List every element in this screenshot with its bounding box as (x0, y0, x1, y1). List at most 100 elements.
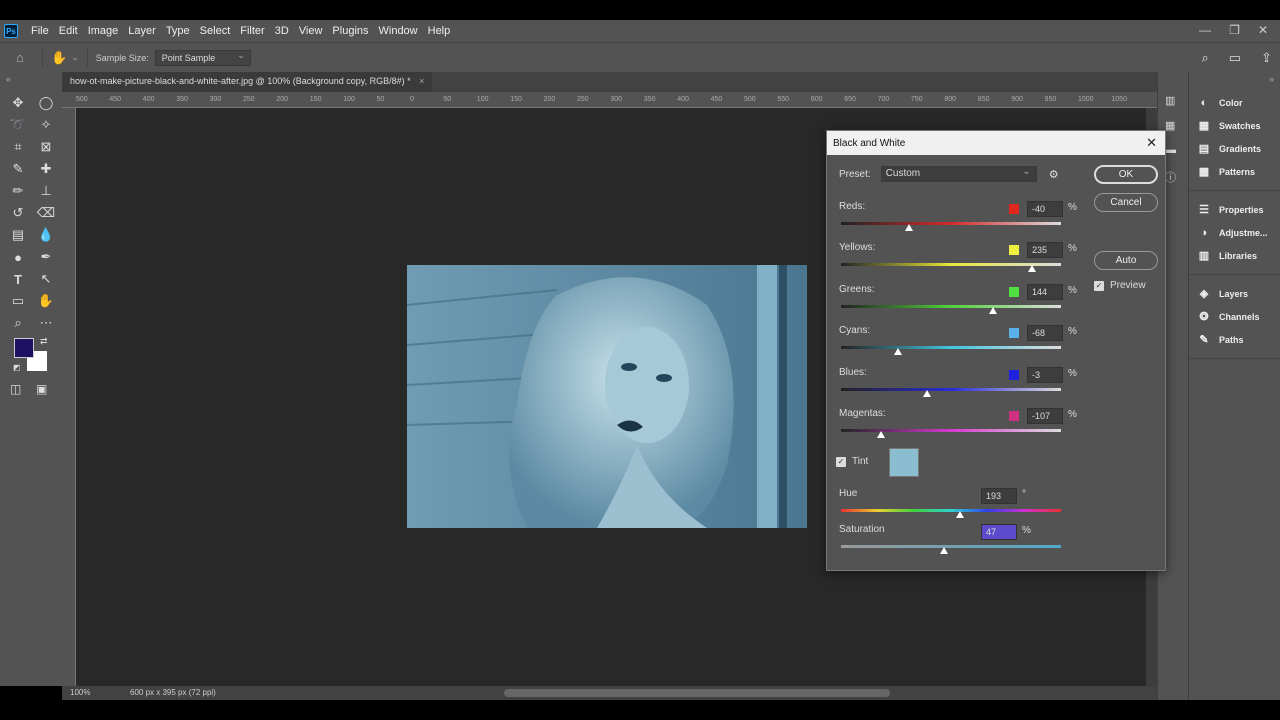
channel-slider-thumb[interactable] (922, 390, 931, 397)
zoom-tool-icon[interactable]: ⌕ (8, 314, 28, 332)
rectangle-tool-icon[interactable]: ▭ (8, 292, 28, 310)
menu-3d[interactable]: 3D (270, 25, 294, 37)
actions-icon[interactable]: ▦ (1165, 119, 1181, 133)
crop-tool-icon[interactable]: ⌗ (8, 138, 28, 156)
menu-filter[interactable]: Filter (235, 25, 269, 37)
menu-edit[interactable]: Edit (54, 25, 83, 37)
channel-slider-thumb[interactable] (876, 431, 885, 438)
lasso-tool-icon[interactable]: ➰ (8, 116, 28, 134)
channel-slider-thumb[interactable] (905, 224, 914, 231)
preset-select[interactable]: Custom (880, 166, 1037, 182)
search-icon[interactable]: ⌕ (1202, 50, 1209, 66)
dialog-title-bar[interactable]: Black and White ✕ (827, 131, 1165, 155)
menu-view[interactable]: View (294, 25, 328, 37)
more-tools-icon[interactable]: ⋯ (36, 314, 56, 332)
expand-panels-icon[interactable]: » (1189, 72, 1280, 84)
zoom-level[interactable]: 100% (70, 688, 90, 697)
workspace-icon[interactable]: ▭ (1229, 50, 1241, 66)
menu-select[interactable]: Select (195, 25, 236, 37)
eyedropper-tool-icon[interactable]: ✎ (8, 160, 28, 178)
gradient-tool-icon[interactable]: ▤ (8, 226, 28, 244)
tint-color-swatch[interactable] (889, 448, 919, 477)
swap-colors-icon[interactable]: ⇄ (40, 336, 48, 347)
frame-tool-icon[interactable]: ⊠ (36, 138, 56, 156)
brush-tool-icon[interactable]: ✏ (8, 182, 28, 200)
channel-track[interactable] (841, 346, 1061, 349)
panel-adjustments[interactable]: ◑ Adjustme... (1189, 221, 1280, 244)
document-tab[interactable]: how-ot-make-picture-black-and-white-afte… (62, 72, 433, 92)
channel-value[interactable]: -107 (1027, 408, 1063, 424)
channel-slider-thumb[interactable] (988, 307, 997, 314)
restore-icon[interactable]: ❐ (1229, 23, 1240, 37)
hand-tool-icon[interactable]: ✋ (36, 292, 56, 310)
close-tab-icon[interactable]: × (419, 76, 424, 86)
channel-value[interactable]: -68 (1027, 325, 1063, 341)
preview-checkbox-row[interactable]: ✓ Preview (1094, 280, 1146, 291)
saturation-slider-thumb[interactable] (940, 547, 949, 554)
preview-checkbox[interactable]: ✓ (1094, 280, 1104, 291)
channel-value[interactable]: -3 (1027, 367, 1063, 383)
collapse-toolbox-icon[interactable]: « (6, 74, 11, 84)
close-window-icon[interactable]: ✕ (1258, 23, 1268, 37)
channel-track[interactable] (841, 429, 1061, 432)
horizontal-scrollbar-thumb[interactable] (504, 689, 890, 697)
ok-button[interactable]: OK (1094, 165, 1158, 184)
panel-swatches[interactable]: ▦ Swatches (1189, 114, 1280, 137)
panel-layers[interactable]: ◈ Layers (1189, 282, 1280, 305)
cancel-button[interactable]: Cancel (1094, 193, 1158, 212)
default-colors-icon[interactable]: ◩ (13, 363, 21, 372)
type-tool-icon[interactable]: T (8, 270, 28, 288)
gear-icon[interactable]: ⚙ (1049, 168, 1059, 181)
blur-tool-icon[interactable]: 💧 (36, 226, 56, 244)
history-brush-tool-icon[interactable]: ↺ (8, 204, 28, 222)
foreground-color-swatch[interactable] (14, 338, 34, 358)
menu-layer[interactable]: Layer (123, 25, 161, 37)
channel-value[interactable]: -40 (1027, 201, 1063, 217)
minimize-icon[interactable]: — (1199, 23, 1211, 37)
channel-track[interactable] (841, 222, 1061, 225)
panel-gradients[interactable]: ▤ Gradients (1189, 137, 1280, 160)
panel-color[interactable]: ◐ Color (1189, 91, 1280, 114)
info-icon[interactable]: ⓘ (1165, 169, 1181, 184)
eraser-tool-icon[interactable]: ⌫ (36, 204, 56, 222)
magic-wand-tool-icon[interactable]: ✧ (36, 116, 56, 134)
hue-slider-thumb[interactable] (955, 511, 964, 518)
menu-type[interactable]: Type (161, 25, 195, 37)
panel-paths[interactable]: ✎ Paths (1189, 328, 1280, 351)
channel-value[interactable]: 144 (1027, 284, 1063, 300)
menu-window[interactable]: Window (374, 25, 423, 37)
comments-icon[interactable]: ▬ (1165, 144, 1181, 158)
hand-tool-icon[interactable]: ✋ (51, 50, 67, 66)
sample-size-select[interactable]: Point Sample (154, 49, 251, 66)
healing-brush-tool-icon[interactable]: ✚ (36, 160, 56, 178)
dialog-close-icon[interactable]: ✕ (1146, 135, 1157, 151)
marquee-tool-icon[interactable]: ◯ (36, 94, 56, 112)
panel-patterns[interactable]: ▩ Patterns (1189, 160, 1280, 183)
history-icon[interactable]: ▥ (1165, 94, 1181, 108)
menu-file[interactable]: File (26, 25, 54, 37)
saturation-track[interactable] (841, 545, 1061, 548)
quick-mask-icon[interactable]: ◫ (10, 382, 21, 396)
panel-channels[interactable]: ❂ Channels (1189, 305, 1280, 328)
stamp-tool-icon[interactable]: ⊥ (36, 182, 56, 200)
dodge-tool-icon[interactable]: ● (8, 248, 28, 266)
menu-image[interactable]: Image (83, 25, 124, 37)
panel-properties[interactable]: ☰ Properties (1189, 198, 1280, 221)
pen-tool-icon[interactable]: ✒ (36, 248, 56, 266)
panel-libraries[interactable]: ▥ Libraries (1189, 244, 1280, 267)
channel-slider-thumb[interactable] (894, 348, 903, 355)
channel-slider-thumb[interactable] (1028, 265, 1037, 272)
tint-checkbox-row[interactable]: ✓ Tint (836, 456, 868, 467)
menu-plugins[interactable]: Plugins (327, 25, 373, 37)
document-image[interactable] (407, 265, 807, 528)
hue-track[interactable] (841, 509, 1061, 512)
channel-track[interactable] (841, 388, 1061, 391)
tint-checkbox[interactable]: ✓ (836, 456, 846, 467)
tool-preset-chevron-icon[interactable]: ⌄ (71, 52, 79, 63)
auto-button[interactable]: Auto (1094, 251, 1158, 270)
path-selection-tool-icon[interactable]: ↖ (36, 270, 56, 288)
channel-track[interactable] (841, 305, 1061, 308)
channel-value[interactable]: 235 (1027, 242, 1063, 258)
share-icon[interactable]: ⇪ (1261, 50, 1272, 66)
screen-mode-icon[interactable]: ▣ (36, 382, 47, 396)
